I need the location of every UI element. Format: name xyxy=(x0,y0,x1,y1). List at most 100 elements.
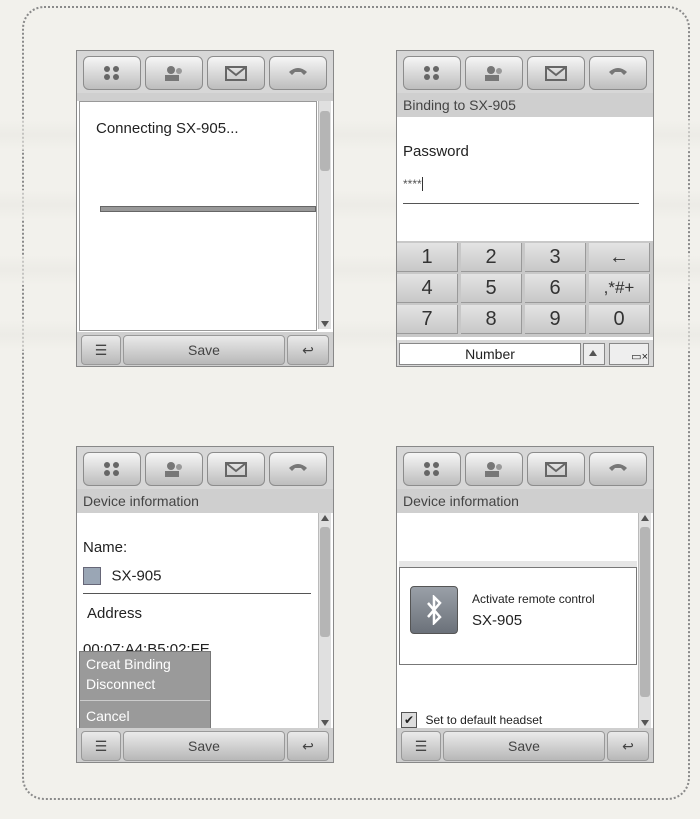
menu-icon: ☰ xyxy=(94,341,108,358)
mode-up-button[interactable] xyxy=(583,343,605,365)
password-field[interactable]: **** xyxy=(403,175,639,204)
chevron-up-icon xyxy=(589,350,597,356)
key-0[interactable]: 0 xyxy=(589,305,650,334)
screen-binding: Binding to SX-905 Password **** 1 2 3 ← … xyxy=(396,50,654,367)
scrollbar[interactable] xyxy=(318,101,331,329)
scroll-thumb[interactable] xyxy=(320,111,330,171)
save-button[interactable]: Save xyxy=(443,731,605,761)
name-field[interactable]: SX-905 xyxy=(83,567,311,594)
scroll-thumb[interactable] xyxy=(640,527,650,697)
bluetooth-button[interactable] xyxy=(410,586,458,634)
progress-bar xyxy=(100,206,316,212)
top-toolbar xyxy=(77,51,333,93)
checkbox-checked-icon[interactable]: ✔ xyxy=(401,711,417,728)
name-label: Name: xyxy=(83,539,128,556)
input-mode-select[interactable]: Number xyxy=(399,343,581,365)
page-title: Device information xyxy=(397,489,653,513)
top-toolbar xyxy=(77,447,333,489)
mail-button[interactable] xyxy=(207,56,265,90)
key-backspace[interactable]: ← xyxy=(589,243,650,272)
scroll-thumb[interactable] xyxy=(320,527,330,637)
back-button[interactable]: ↩ xyxy=(607,731,649,761)
key-7[interactable]: 7 xyxy=(397,305,458,334)
contacts-icon xyxy=(482,64,506,82)
bottom-bar: ☰ Save ↩ xyxy=(397,728,653,762)
popup-line2: SX-905 xyxy=(472,612,523,629)
menu-button[interactable]: ☰ xyxy=(81,335,121,365)
mail-button[interactable] xyxy=(527,56,585,90)
key-9[interactable]: 9 xyxy=(525,305,586,334)
mail-icon xyxy=(544,460,568,478)
phone-icon xyxy=(286,64,310,82)
password-value: **** xyxy=(403,177,422,191)
phone-button[interactable] xyxy=(589,452,647,486)
key-3[interactable]: 3 xyxy=(525,243,586,272)
apps-icon xyxy=(420,460,444,478)
key-1[interactable]: 1 xyxy=(397,243,458,272)
keyboard-close-button[interactable]: ▭× xyxy=(609,343,649,365)
scrollbar[interactable] xyxy=(638,513,651,728)
bluetooth-icon xyxy=(427,595,442,625)
name-value: SX-905 xyxy=(111,567,162,585)
apps-icon xyxy=(100,460,124,478)
menu-icon: ☰ xyxy=(414,737,428,754)
popup-line1: Activate remote control xyxy=(472,592,595,606)
contacts-button[interactable] xyxy=(145,452,203,486)
menu-item-disconnect[interactable]: Disconnect xyxy=(86,676,155,692)
save-button[interactable]: Save xyxy=(123,731,285,761)
scrollbar[interactable] xyxy=(318,513,331,728)
key-6[interactable]: 6 xyxy=(525,274,586,303)
scroll-up-icon[interactable] xyxy=(641,515,649,521)
back-icon: ↩ xyxy=(622,737,634,754)
menu-item-creat-binding[interactable]: Creat Binding xyxy=(86,656,171,672)
scroll-down-icon[interactable] xyxy=(321,720,329,726)
bottom-bar: ☰ Save ↩ xyxy=(77,332,333,366)
top-toolbar xyxy=(397,51,653,93)
key-symbols[interactable]: ,*#+ xyxy=(589,274,650,303)
back-button[interactable]: ↩ xyxy=(287,335,329,365)
mail-button[interactable] xyxy=(527,452,585,486)
mail-icon xyxy=(224,64,248,82)
menu-button[interactable]: ☰ xyxy=(401,731,441,761)
context-menu: Creat Binding Disconnect Cancel xyxy=(79,651,211,731)
connecting-dialog: Connecting SX-905... xyxy=(79,101,317,331)
contacts-button[interactable] xyxy=(145,56,203,90)
contacts-button[interactable] xyxy=(465,452,523,486)
page-title: Binding to SX-905 xyxy=(397,93,653,117)
menu-icon: ☰ xyxy=(94,737,108,754)
dialog-text: Connecting SX-905... xyxy=(96,120,239,137)
scroll-up-icon[interactable] xyxy=(321,515,329,521)
screen-device-info-activate: Device information Activate remote contr… xyxy=(396,446,654,763)
key-2[interactable]: 2 xyxy=(461,243,522,272)
menu-divider xyxy=(80,700,210,701)
keyboard-close-icon: ▭× xyxy=(631,351,648,363)
scroll-down-icon[interactable] xyxy=(321,321,329,327)
input-mode-bar: Number ▭× xyxy=(397,340,653,366)
key-4[interactable]: 4 xyxy=(397,274,458,303)
menu-item-cancel[interactable]: Cancel xyxy=(86,708,130,724)
key-8[interactable]: 8 xyxy=(461,305,522,334)
apps-button[interactable] xyxy=(83,56,141,90)
apps-button[interactable] xyxy=(403,56,461,90)
apps-button[interactable] xyxy=(403,452,461,486)
menu-button[interactable]: ☰ xyxy=(81,731,121,761)
phone-button[interactable] xyxy=(589,56,647,90)
page-title: Device information xyxy=(77,489,333,513)
scroll-down-icon[interactable] xyxy=(641,720,649,726)
save-button[interactable]: Save xyxy=(123,335,285,365)
password-label: Password xyxy=(403,143,469,160)
apps-icon xyxy=(420,64,444,82)
apps-icon xyxy=(100,64,124,82)
key-5[interactable]: 5 xyxy=(461,274,522,303)
mail-button[interactable] xyxy=(207,452,265,486)
apps-button[interactable] xyxy=(83,452,141,486)
phone-button[interactable] xyxy=(269,56,327,90)
back-button[interactable]: ↩ xyxy=(287,731,329,761)
back-icon: ↩ xyxy=(302,737,314,754)
top-toolbar xyxy=(397,447,653,489)
phone-button[interactable] xyxy=(269,452,327,486)
contacts-button[interactable] xyxy=(465,56,523,90)
phone-icon xyxy=(606,64,630,82)
screen-connecting: Connecting SX-905... ☰ Save ↩ xyxy=(76,50,334,367)
back-icon: ↩ xyxy=(302,341,314,358)
